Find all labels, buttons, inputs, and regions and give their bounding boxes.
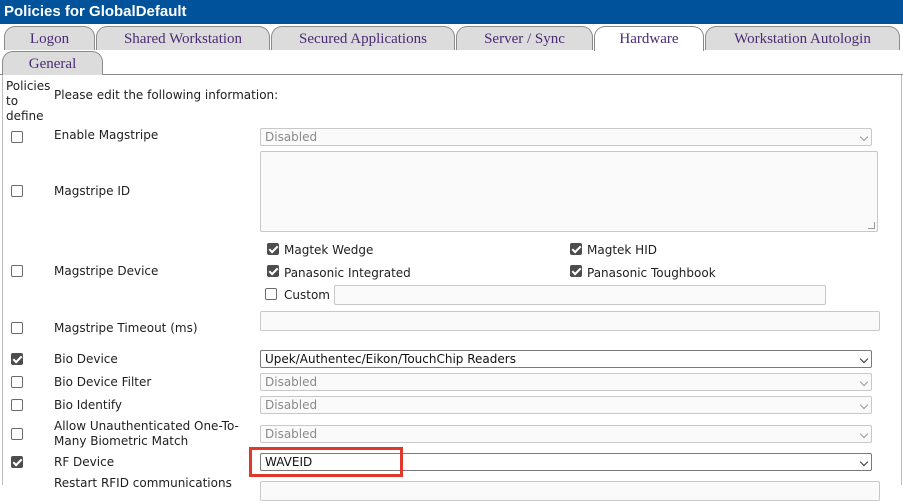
magtek-hid-checkbox[interactable]	[570, 243, 582, 255]
rf-device-checkbox[interactable]	[11, 456, 23, 468]
chevron-down-icon	[859, 400, 869, 410]
chevron-down-icon	[859, 457, 869, 467]
panasonic-integrated-label: Panasonic Integrated	[284, 266, 411, 280]
magstripe-device-checkbox[interactable]	[11, 265, 23, 277]
chevron-down-icon	[859, 354, 869, 364]
magstripe-timeout-label: Magstripe Timeout (ms)	[54, 321, 198, 335]
allow-unauth-match-value: Disabled	[265, 427, 318, 441]
magstripe-timeout-input[interactable]	[260, 311, 880, 331]
panasonic-toughbook-checkbox[interactable]	[570, 265, 582, 277]
bio-device-value: Upek/Authentec/Eikon/TouchChip Readers	[265, 352, 516, 366]
bio-device-label: Bio Device	[54, 352, 118, 366]
enable-magstripe-label: Enable Magstripe	[54, 128, 159, 142]
bio-device-checkbox[interactable]	[11, 353, 23, 365]
chevron-down-icon	[859, 429, 869, 439]
magtek-wedge-label: Magtek Wedge	[284, 243, 374, 257]
magstripe-id-label: Magstripe ID	[54, 184, 131, 198]
bio-identify-select[interactable]: Disabled	[260, 396, 872, 414]
bio-identify-label: Bio Identify	[54, 398, 123, 412]
tab-workstation-autologin[interactable]: Workstation Autologin	[705, 26, 900, 50]
magtek-hid-label: Magtek HID	[587, 243, 657, 257]
custom-device-input[interactable]	[334, 285, 826, 305]
magstripe-id-checkbox[interactable]	[11, 185, 23, 197]
instructions-text: Please edit the following information:	[54, 88, 279, 102]
resize-grip-icon[interactable]	[868, 222, 875, 229]
bio-identify-value: Disabled	[265, 398, 318, 412]
custom-device-checkbox[interactable]	[265, 288, 277, 300]
tab-shared-workstation[interactable]: Shared Workstation	[96, 26, 270, 50]
rf-device-label: RF Device	[54, 455, 115, 469]
magstripe-id-textarea[interactable]	[260, 151, 878, 232]
policies-column-header: Policies to define	[6, 79, 51, 123]
bio-device-filter-value: Disabled	[265, 375, 318, 389]
panasonic-integrated-checkbox[interactable]	[267, 265, 279, 277]
tab-secured-applications[interactable]: Secured Applications	[271, 26, 455, 50]
bio-device-filter-select[interactable]: Disabled	[260, 373, 872, 391]
rf-device-highlight	[249, 447, 403, 477]
bio-device-filter-checkbox[interactable]	[11, 376, 23, 388]
panasonic-toughbook-label: Panasonic Toughbook	[587, 266, 716, 280]
enable-magstripe-checkbox[interactable]	[11, 131, 23, 143]
bio-identify-checkbox[interactable]	[11, 399, 23, 411]
tab-general[interactable]: General	[2, 51, 103, 75]
tab-bar: Logon Shared Workstation Secured Applica…	[0, 24, 903, 75]
chevron-down-icon	[859, 132, 869, 142]
chevron-down-icon	[859, 377, 869, 387]
tab-hardware[interactable]: Hardware	[594, 26, 704, 51]
bio-device-filter-label: Bio Device Filter	[54, 375, 152, 389]
enable-magstripe-value: Disabled	[265, 130, 318, 144]
allow-unauth-match-select[interactable]: Disabled	[260, 425, 872, 443]
custom-device-label: Custom	[284, 288, 330, 302]
tab-server-sync[interactable]: Server / Sync	[456, 26, 593, 50]
bio-device-select[interactable]: Upek/Authentec/Eikon/TouchChip Readers	[260, 350, 872, 368]
allow-unauth-match-label: Allow Unauthenticated One-To-Many Biomet…	[54, 419, 239, 448]
window-title: Policies for GlobalDefault	[0, 0, 903, 24]
tab-logon[interactable]: Logon	[4, 26, 95, 50]
magtek-wedge-checkbox[interactable]	[267, 243, 279, 255]
magstripe-device-label: Magstripe Device	[54, 264, 159, 278]
restart-rfid-input[interactable]	[260, 481, 880, 501]
restart-rfid-label: Restart RFID communications	[54, 476, 232, 490]
allow-unauth-match-checkbox[interactable]	[11, 428, 23, 440]
magstripe-timeout-checkbox[interactable]	[11, 322, 23, 334]
enable-magstripe-select[interactable]: Disabled	[260, 128, 872, 146]
